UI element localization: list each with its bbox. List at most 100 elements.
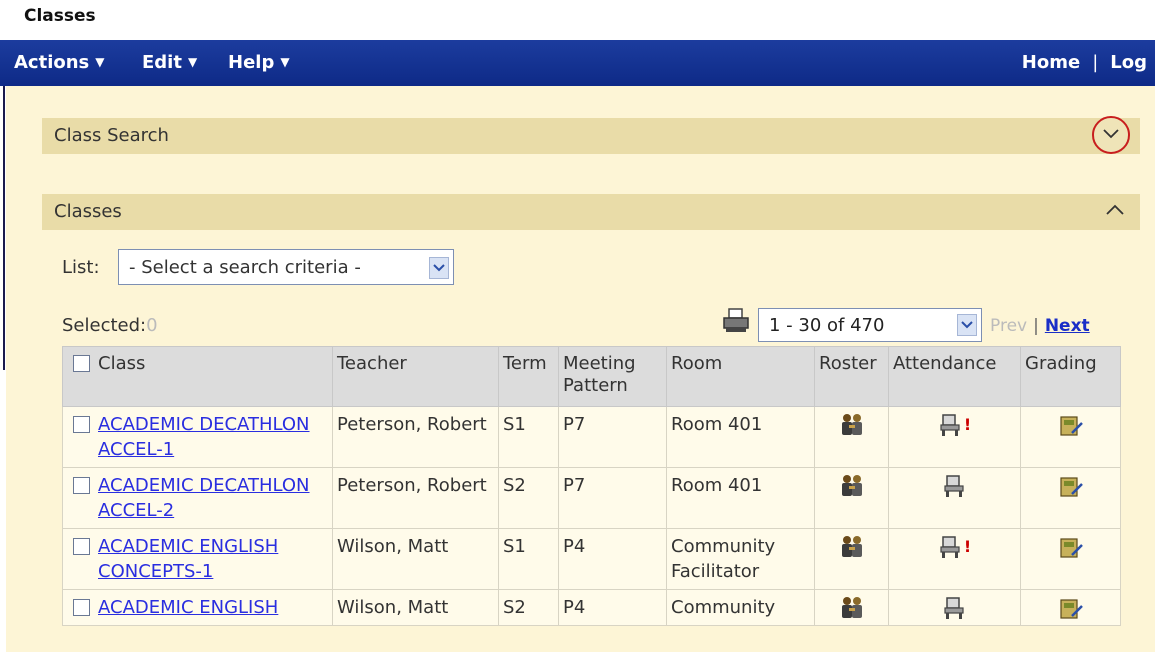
- class-cell: ACADEMIC ENGLISH CONCEPTS-1: [62, 528, 333, 590]
- chevron-down-icon: [433, 264, 445, 272]
- grading-cell: [1020, 528, 1121, 590]
- classes-panel-header[interactable]: Classes: [42, 194, 1140, 230]
- search-criteria-select[interactable]: - Select a search criteria -: [118, 249, 454, 285]
- column-header-teacher[interactable]: Teacher: [332, 346, 499, 407]
- column-header-class[interactable]: Class: [62, 346, 333, 407]
- class-link[interactable]: ACADEMIC DECATHLON ACCEL-2: [98, 473, 328, 523]
- row-checkbox[interactable]: [73, 599, 90, 616]
- attendance-alert: !: [963, 415, 972, 434]
- printer-icon[interactable]: [722, 308, 750, 334]
- dropdown-button[interactable]: [957, 314, 977, 336]
- select-all-checkbox[interactable]: [73, 355, 90, 372]
- row-checkbox[interactable]: [73, 477, 90, 494]
- window-left-edge: [0, 0, 6, 652]
- gradebook-icon[interactable]: [1058, 535, 1084, 559]
- meeting-pattern-cell: P7: [558, 406, 667, 468]
- list-label: List:: [62, 257, 100, 278]
- roster-cell: [814, 467, 889, 529]
- window-title: Classes: [24, 6, 96, 26]
- menu-edit-label: Edit: [142, 52, 182, 73]
- home-link[interactable]: Home: [1022, 52, 1080, 73]
- term-cell: S2: [498, 589, 559, 626]
- menu-bar: Actions ▼ Edit ▼ Help ▼ Home | Log: [0, 40, 1155, 86]
- grading-cell: [1020, 467, 1121, 529]
- teacher-cell: Wilson, Matt: [332, 528, 499, 590]
- class-cell: ACADEMIC DECATHLON ACCEL-2: [62, 467, 333, 529]
- grading-cell: [1020, 589, 1121, 626]
- classes-table: Class Teacher Term Meeting Pattern Room …: [62, 346, 1121, 626]
- roster-people-icon[interactable]: [839, 474, 865, 498]
- menu-edit[interactable]: Edit ▼: [142, 52, 197, 73]
- roster-cell: [814, 589, 889, 626]
- column-header-grading: Grading: [1020, 346, 1121, 407]
- caret-down-icon: ▼: [280, 55, 290, 69]
- class-cell: ACADEMIC ENGLISH: [62, 589, 333, 626]
- attendance-cell: !: [888, 528, 1021, 590]
- roster-cell: [814, 528, 889, 590]
- meeting-pattern-cell: P4: [558, 589, 667, 626]
- attendance-seat-icon[interactable]: [938, 413, 962, 437]
- gradebook-icon[interactable]: [1058, 413, 1084, 437]
- menu-help[interactable]: Help ▼: [228, 52, 290, 73]
- room-cell: Room 401: [666, 406, 815, 468]
- column-header-roster: Roster: [814, 346, 889, 407]
- class-link[interactable]: ACADEMIC ENGLISH CONCEPTS-1: [98, 534, 328, 584]
- roster-people-icon[interactable]: [839, 535, 865, 559]
- term-cell: S1: [498, 406, 559, 468]
- class-cell: ACADEMIC DECATHLON ACCEL-1: [62, 406, 333, 468]
- attendance-seat-icon[interactable]: [942, 474, 966, 498]
- class-link[interactable]: ACADEMIC DECATHLON ACCEL-1: [98, 412, 328, 462]
- term-cell: S2: [498, 467, 559, 529]
- dropdown-button[interactable]: [429, 257, 449, 279]
- search-criteria-value: - Select a search criteria -: [129, 257, 361, 278]
- selected-label: Selected:: [62, 315, 147, 336]
- term-cell: S1: [498, 528, 559, 590]
- column-header-term[interactable]: Term: [498, 346, 559, 407]
- gradebook-icon[interactable]: [1058, 596, 1084, 620]
- log-link[interactable]: Log: [1110, 52, 1147, 73]
- table-header-row: Class Teacher Term Meeting Pattern Room …: [62, 346, 1121, 407]
- attendance-cell: [888, 589, 1021, 626]
- attendance-alert: !: [963, 537, 972, 556]
- table-row: ACADEMIC ENGLISH CONCEPTS-1 Wilson, Matt…: [62, 528, 1121, 590]
- column-header-room[interactable]: Room: [666, 346, 815, 407]
- class-link[interactable]: ACADEMIC ENGLISH: [98, 595, 278, 620]
- roster-people-icon[interactable]: [839, 413, 865, 437]
- column-header-attendance: Attendance: [888, 346, 1021, 407]
- attendance-seat-icon[interactable]: [942, 596, 966, 620]
- menu-help-label: Help: [228, 52, 275, 73]
- teacher-cell: Wilson, Matt: [332, 589, 499, 626]
- menu-actions[interactable]: Actions ▼: [14, 52, 105, 73]
- row-checkbox[interactable]: [73, 538, 90, 555]
- caret-down-icon: ▼: [187, 55, 198, 69]
- selected-count-value: 0: [146, 315, 158, 336]
- class-search-header[interactable]: Class Search: [42, 116, 1140, 154]
- column-header-class-label: Class: [98, 353, 146, 374]
- next-link[interactable]: Next: [1045, 316, 1090, 336]
- row-checkbox[interactable]: [73, 416, 90, 433]
- pager-separator: |: [1033, 316, 1039, 336]
- table-row: ACADEMIC ENGLISH Wilson, Matt S2 P4 Comm…: [62, 589, 1121, 626]
- room-cell: Room 401: [666, 467, 815, 529]
- gradebook-icon[interactable]: [1058, 474, 1084, 498]
- page-range-value: 1 - 30 of 470: [769, 315, 885, 336]
- page-range-select[interactable]: 1 - 30 of 470: [758, 308, 982, 342]
- chevron-up-icon[interactable]: [1106, 204, 1124, 216]
- table-row: ACADEMIC DECATHLON ACCEL-1 Peterson, Rob…: [62, 406, 1121, 468]
- classes-panel-title: Classes: [54, 201, 122, 222]
- menubar-separator: |: [1092, 52, 1099, 73]
- class-search-title: Class Search: [54, 125, 169, 146]
- meeting-pattern-cell: P4: [558, 528, 667, 590]
- title-bar: Classes: [0, 0, 1155, 40]
- table-row: ACADEMIC DECATHLON ACCEL-2 Peterson, Rob…: [62, 467, 1121, 529]
- room-cell: Community Facilitator: [666, 528, 815, 590]
- attendance-seat-icon[interactable]: [938, 535, 962, 559]
- prev-link[interactable]: Prev: [990, 316, 1027, 336]
- menubar-right-links: Home | Log: [1022, 52, 1147, 73]
- attendance-cell: !: [888, 406, 1021, 468]
- expand-toggle[interactable]: [1092, 116, 1130, 154]
- column-header-meeting-pattern[interactable]: Meeting Pattern: [558, 346, 667, 407]
- roster-people-icon[interactable]: [839, 596, 865, 620]
- chevron-down-icon: [961, 321, 973, 329]
- attendance-cell: [888, 467, 1021, 529]
